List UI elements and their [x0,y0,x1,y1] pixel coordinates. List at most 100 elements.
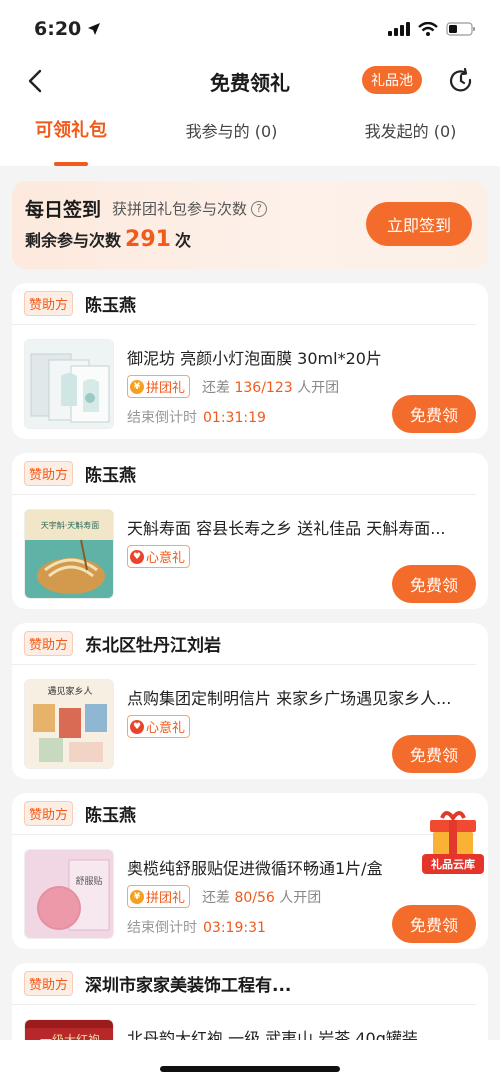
card-header: 赞助方 陈玉燕 [12,283,476,325]
checkin-button[interactable]: 立即签到 [366,202,472,246]
gift-pool-button[interactable]: 礼品池 [362,66,422,94]
patch-box-text: 舒服贴 [75,875,102,887]
progress-suffix: 人开团 [279,889,322,906]
sponsor-tag: 赞助方 [24,461,74,486]
back-arrow-icon[interactable] [22,67,50,95]
gift-card[interactable]: 赞助方 东北区牡丹江刘岩 遇见家乡人 点购集团定制明信片 来家乡广场遇见家乡人.… [12,623,488,779]
daily-checkin-banner: 每日签到 获拼团礼包参与次数 ? 剩余参与次数 291 次 立即签到 [12,181,488,269]
clock-text: 6:20 [34,18,82,40]
card-header: 赞助方 陈玉燕 [12,793,476,835]
gift-card[interactable]: 赞助方 陈玉燕 舒服贴 奥榄纯舒服贴促进微循环畅通1片/盒 ¥ 拼团礼 还差 8… [12,793,488,949]
sponsor-tag: 赞助方 [24,631,74,656]
postcard-image: 遇见家乡人 [25,680,113,768]
help-question-icon[interactable]: ? [251,200,268,217]
sponsor-name: 陈玉燕 [85,466,137,486]
product-thumbnail[interactable]: 舒服贴 [24,849,114,939]
sponsor-name: 东北区牡丹江刘岩 [85,636,222,656]
gift-bag-icon: ♥ [130,719,144,734]
sponsor-tag: 赞助方 [24,291,74,316]
noodle-package-text: 天宇斛·天斛寿面 [41,520,100,530]
noodle-package-image: 天宇斛·天斛寿面 [25,510,113,598]
postcard-text: 遇见家乡人 [47,685,92,697]
progress-suffix: 人开团 [297,379,340,396]
tab-initiated[interactable]: 我发起的 (0) [321,104,500,166]
product-title: 点购集团定制明信片 来家乡广场遇见家乡人... [127,689,452,708]
progress-prefix: 还差 [202,379,231,396]
remaining-label: 剩余参与次数 [25,231,122,250]
product-thumbnail[interactable] [24,339,114,429]
bottom-safe-area [0,1040,500,1082]
tag-row: ¥ 拼团礼 还差 136/123 人开团 [127,375,339,398]
product-title: 奥榄纯舒服贴促进微循环畅通1片/盒 [127,859,383,878]
claim-free-button[interactable]: 免费领 [392,905,476,943]
gift-bag-icon: ♥ [130,549,144,564]
tab-joined[interactable]: 我参与的 (0) [142,104,321,166]
claim-free-button[interactable]: 免费领 [392,395,476,433]
product-title: 御泥坊 亮颜小灯泡面膜 30ml*20片 [127,349,382,368]
countdown: 结束倒计时 01:31:19 [127,407,266,427]
tab-bar: 可领礼包 我参与的 (0) 我发起的 (0) [0,104,500,166]
countdown-time: 03:19:31 [203,920,266,936]
progress-prefix: 还差 [202,889,231,906]
sponsor-name: 深圳市家家美装饰工程有... [85,976,292,996]
checkin-subtitle: 获拼团礼包参与次数 ? [112,198,268,219]
group-progress: 还差 136/123 人开团 [202,377,339,397]
battery-icon [446,22,475,36]
sponsor-tag: 赞助方 [24,801,74,826]
remaining-number: 291 [125,227,171,252]
group-gift-label: 拼团礼 [146,381,186,396]
group-gift-label: 拼团礼 [146,891,186,906]
tag-row: ♥ 心意礼 [127,715,191,738]
tag-row: ♥ 心意礼 [127,545,191,568]
sponsor-name: 陈玉燕 [85,806,137,826]
gift-box-icon: 礼品云库 [422,811,484,874]
coin-icon: ¥ [130,889,144,904]
sponsor-name: 陈玉燕 [85,296,137,316]
card-header: 赞助方 深圳市家家美装饰工程有... [12,963,476,1005]
wifi-icon [418,22,438,36]
countdown: 结束倒计时 03:19:31 [127,917,266,937]
facemask-box-image [25,340,113,428]
status-time: 6:20 [34,18,101,40]
gift-library-label: 礼品云库 [431,857,475,871]
gift-card[interactable]: 赞助方 陈玉燕 天宇斛·天斛寿面 天斛寿面 容县长寿之乡 送礼佳品 天斛寿面..… [12,453,488,609]
heart-gift-tag: ♥ 心意礼 [127,715,191,738]
card-header: 赞助方 陈玉燕 [12,453,476,495]
countdown-label: 结束倒计时 [127,410,197,426]
coin-icon: ¥ [130,379,144,394]
progress-number: 136/123 [234,379,293,396]
location-arrow-icon [88,23,101,35]
page-title: 免费领礼 [210,70,290,95]
refresh-icon[interactable] [447,67,475,95]
sponsor-tag: 赞助方 [24,971,74,996]
home-indicator [160,1066,340,1072]
product-thumbnail[interactable]: 天宇斛·天斛寿面 [24,509,114,599]
claim-free-button[interactable]: 免费领 [392,735,476,773]
patch-box-image: 舒服贴 [25,850,113,938]
gift-library-float-button[interactable]: 礼品云库 [420,808,486,876]
countdown-time: 01:31:19 [203,410,266,426]
heart-gift-label: 心意礼 [146,721,186,736]
checkin-title: 每日签到 [25,199,102,221]
checkin-subtitle-text: 获拼团礼包参与次数 [112,200,248,218]
countdown-label: 结束倒计时 [127,920,197,936]
heart-gift-label: 心意礼 [146,551,186,566]
heart-gift-tag: ♥ 心意礼 [127,545,191,568]
group-gift-tag: ¥ 拼团礼 [127,885,191,908]
claim-free-button[interactable]: 免费领 [392,565,476,603]
progress-number: 80/56 [234,889,275,906]
product-title: 天斛寿面 容县长寿之乡 送礼佳品 天斛寿面... [127,519,446,538]
product-thumbnail[interactable]: 遇见家乡人 [24,679,114,769]
nav-bar: 免费领礼 礼品池 [0,58,500,104]
signal-icon [388,22,410,36]
remaining-count: 剩余参与次数 291 次 [25,227,191,252]
tab-available-gifts[interactable]: 可领礼包 [0,104,142,166]
card-header: 赞助方 东北区牡丹江刘岩 [12,623,476,665]
status-icons [388,22,476,36]
status-bar: 6:20 [0,0,500,58]
remaining-unit: 次 [174,231,191,250]
group-progress: 还差 80/56 人开团 [202,887,321,907]
group-gift-tag: ¥ 拼团礼 [127,375,191,398]
gift-card[interactable]: 赞助方 陈玉燕 御泥坊 亮颜小灯泡面膜 30ml*20片 ¥ 拼团礼 还差 13… [12,283,488,439]
tag-row: ¥ 拼团礼 还差 80/56 人开团 [127,885,321,908]
